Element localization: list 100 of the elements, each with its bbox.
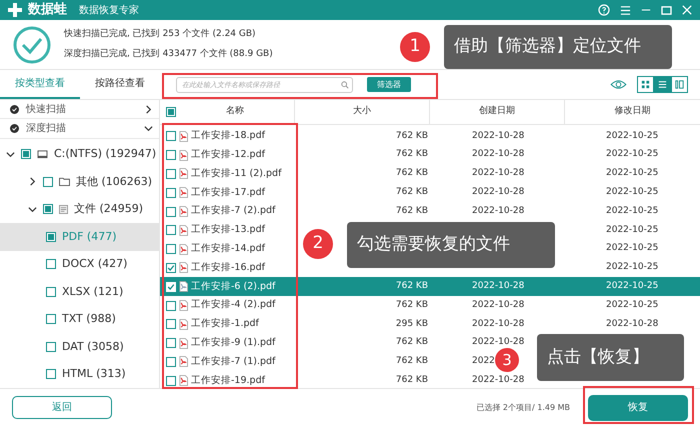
filter-button[interactable]: 筛选器	[367, 77, 411, 92]
tree-label: C:(NTFS) (192947)	[54, 146, 156, 162]
close-icon[interactable]	[682, 5, 692, 15]
checkbox[interactable]	[166, 338, 176, 348]
pdf-file-icon	[179, 281, 188, 292]
pdf-file-icon	[179, 150, 188, 161]
modified-date: 2022-10-25	[606, 281, 658, 292]
chevron-icon[interactable]	[144, 124, 153, 133]
tree-item[interactable]: HTML (313)	[0, 360, 159, 388]
modified-date: 2022-10-25	[606, 149, 658, 160]
tree-item[interactable]: XLSX (121)	[0, 278, 159, 306]
file-name: 工作安排-17.pdf	[191, 186, 265, 200]
checkbox[interactable]	[166, 206, 176, 217]
search-icon[interactable]	[341, 80, 349, 88]
checkbox[interactable]	[166, 376, 176, 386]
checkbox[interactable]	[166, 188, 176, 198]
created-date: 2022-10-28	[472, 168, 524, 178]
list-view-button[interactable]	[654, 76, 671, 93]
checkbox[interactable]	[166, 131, 176, 142]
checkbox[interactable]	[166, 356, 176, 367]
modified-date: 2022-10-25	[606, 262, 658, 272]
pdf-file-icon	[179, 356, 188, 368]
created-date: 2022-10-28	[472, 149, 524, 160]
expand-chevron-icon[interactable]	[28, 177, 37, 186]
menu-icon[interactable]	[620, 4, 631, 16]
eye-icon[interactable]	[610, 79, 627, 90]
pdf-file-icon	[179, 130, 188, 142]
list-icon	[657, 79, 668, 90]
columns-view-button[interactable]	[671, 76, 688, 93]
scan-group-item[interactable]: 深度扫描	[0, 119, 159, 138]
selected-file-row[interactable]: 工作安排-6 (2).pdf 762 KB 2022-10-28 2022-10-25	[160, 277, 700, 296]
file-size: 762 KB	[396, 149, 428, 160]
view-tab[interactable]: 按类型查看	[0, 70, 80, 99]
file-size: 762 KB	[396, 281, 428, 292]
file-name: 工作安排-4 (2).pdf	[191, 298, 276, 312]
column-header[interactable]: 修改日期	[614, 105, 650, 119]
tree-label: PDF (477)	[62, 228, 117, 244]
file-name: 工作安排-7 (2).pdf	[191, 204, 276, 218]
checkbox[interactable]	[166, 262, 176, 273]
checkbox[interactable]	[166, 244, 176, 254]
pdf-file-icon	[179, 206, 188, 218]
created-date: 2022	[472, 356, 495, 366]
checkbox[interactable]	[46, 342, 56, 352]
file-size: 762 KB	[396, 337, 428, 348]
checkbox[interactable]	[46, 286, 56, 297]
checkbox[interactable]	[166, 225, 176, 236]
help-icon[interactable]	[598, 4, 610, 16]
file-size: 762 KB	[396, 187, 428, 198]
checkbox[interactable]	[46, 259, 56, 270]
checkbox[interactable]	[166, 107, 176, 117]
checkbox[interactable]	[46, 232, 56, 242]
column-header[interactable]: 大小	[353, 105, 371, 119]
checkbox[interactable]	[46, 314, 56, 324]
column-header[interactable]: 创建日期	[479, 105, 515, 119]
check-dot-icon	[10, 124, 19, 133]
expand-chevron-icon[interactable]	[6, 150, 15, 159]
file-size: 762 KB	[396, 375, 428, 385]
created-date: 2022-10-28	[472, 187, 524, 198]
pdf-file-icon	[179, 224, 188, 236]
view-tab[interactable]: 按路径查看	[80, 70, 160, 99]
created-date: 2022-10-28	[472, 281, 524, 292]
checkbox[interactable]	[46, 369, 56, 380]
checkbox[interactable]	[21, 149, 31, 160]
grid-view-button[interactable]	[637, 76, 654, 93]
modified-date: 2022-10-25	[606, 243, 658, 254]
minimize-icon[interactable]	[641, 8, 651, 12]
restore-button[interactable]: 恢复	[588, 394, 688, 420]
tree-item[interactable]: TXT (988)	[0, 306, 159, 333]
tree-label: XLSX (121)	[62, 284, 124, 300]
scan-group-item[interactable]: 快速扫描	[0, 100, 159, 120]
column-header[interactable]: 名称	[176, 105, 294, 119]
checkbox[interactable]	[166, 168, 176, 179]
tree-item[interactable]: DAT (3058)	[0, 333, 159, 360]
tree-item[interactable]: C:(NTFS) (192947)	[0, 140, 159, 168]
tree-label: 文件 (24959)	[74, 201, 144, 217]
step-number-tooltip: 2	[303, 229, 333, 259]
checkbox[interactable]	[43, 176, 53, 187]
file-size: 762 KB	[396, 206, 428, 216]
chevron-icon[interactable]	[144, 104, 153, 114]
checkbox[interactable]	[166, 300, 176, 311]
modified-date: 2022-10-25	[606, 224, 658, 235]
file-name: 工作安排-16.pdf	[191, 260, 265, 275]
back-button[interactable]: 返回	[12, 396, 112, 419]
pdf-file-icon	[179, 168, 188, 180]
file-name: 工作安排-14.pdf	[191, 242, 265, 256]
file-name: 工作安排-11 (2).pdf	[191, 166, 282, 181]
checkbox[interactable]	[43, 204, 53, 214]
check-dot-icon	[10, 104, 19, 114]
expand-chevron-icon[interactable]	[28, 204, 37, 214]
maximize-icon[interactable]	[661, 6, 672, 14]
tree-item[interactable]: 其他 (106263)	[0, 168, 159, 196]
file-name: 工作安排-6 (2).pdf	[191, 280, 276, 294]
checkbox[interactable]	[166, 319, 176, 330]
tree-label: HTML (313)	[62, 366, 126, 382]
tree-item[interactable]: DOCX (427)	[0, 250, 159, 278]
scan-group-label: 快速扫描	[26, 102, 66, 117]
tree-item[interactable]: 文件 (24959)	[0, 196, 159, 223]
checkbox[interactable]	[166, 150, 176, 160]
pdf-file-icon	[179, 300, 188, 312]
modified-date: 2022-10-25	[606, 206, 658, 216]
